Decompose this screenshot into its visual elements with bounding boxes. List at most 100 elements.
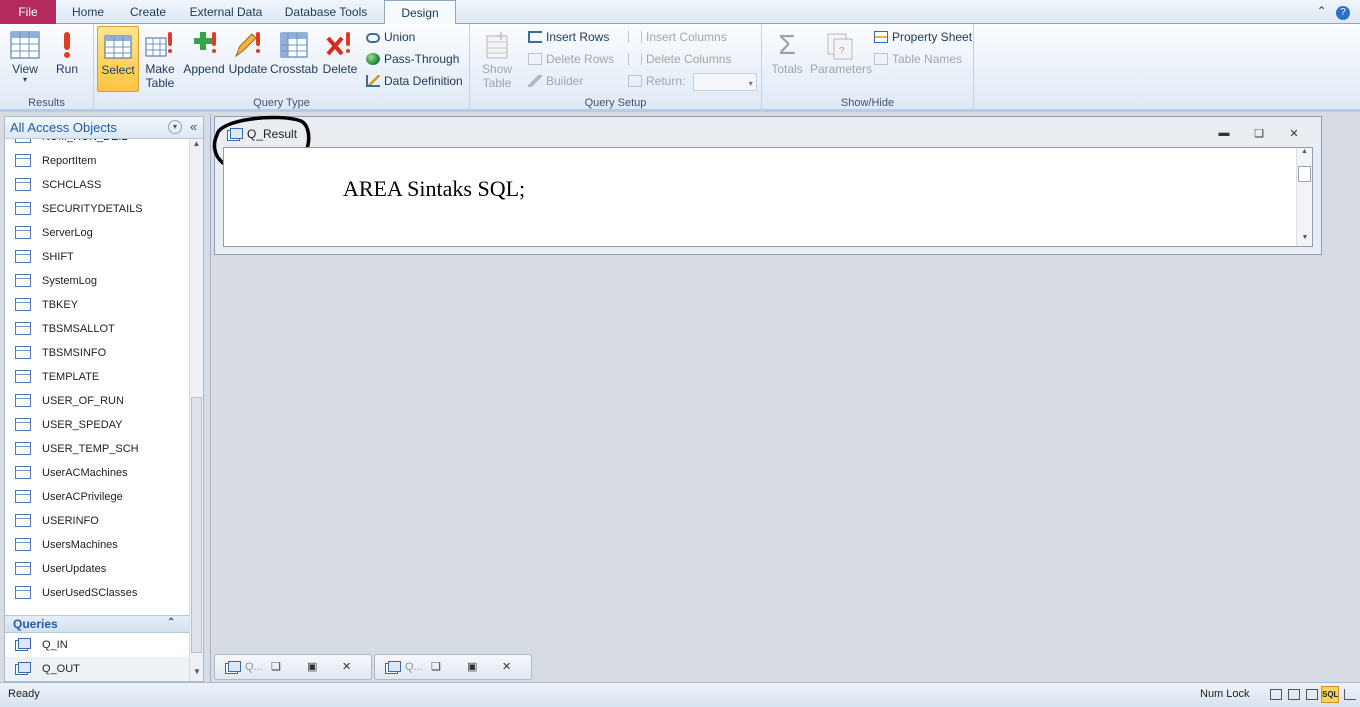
sql-text[interactable]: AREA Sintaks SQL;: [343, 176, 525, 202]
parameters-icon: ?: [827, 33, 853, 60]
minimized-query-window[interactable]: Q... ❏ ▣ ✕: [374, 654, 532, 680]
nav-query-q-in[interactable]: Q_IN: [5, 633, 189, 657]
parameters-button[interactable]: ? Parameters: [810, 26, 872, 90]
chevron-down-icon: ▾: [22, 75, 27, 84]
nav-table-item[interactable]: USER_SPEDAY: [5, 413, 189, 437]
tab-file[interactable]: File: [0, 0, 56, 24]
nav-table-item[interactable]: USERINFO: [5, 509, 189, 533]
insert-columns-label: Insert Columns: [646, 30, 727, 44]
delete-columns-button[interactable]: Delete Columns: [628, 49, 731, 69]
queries-group-header[interactable]: Queries ⌃: [5, 615, 189, 633]
group-query-type: Select Make Table Append Update Crosstab…: [94, 24, 470, 112]
update-button[interactable]: Update: [228, 26, 268, 90]
collapse-ribbon-icon[interactable]: ⌃: [1317, 4, 1327, 18]
scroll-down-icon[interactable]: ▼: [1297, 234, 1313, 246]
nav-table-item[interactable]: ServerLog: [5, 221, 189, 245]
table-label: USERINFO: [42, 515, 99, 527]
delete-button[interactable]: Delete: [320, 26, 360, 90]
table-icon: [15, 442, 31, 455]
scroll-down-icon[interactable]: ▼: [190, 667, 204, 681]
property-sheet-button[interactable]: Property Sheet: [874, 27, 972, 47]
pass-through-button[interactable]: Pass-Through: [366, 49, 459, 69]
nav-table-item[interactable]: TBKEY: [5, 293, 189, 317]
union-button[interactable]: Union: [366, 27, 415, 47]
maximize-window-icon[interactable]: ▣: [307, 660, 317, 673]
table-label: UserUpdates: [42, 563, 107, 575]
nav-table-item[interactable]: SystemLog: [5, 269, 189, 293]
tab-home[interactable]: Home: [62, 0, 114, 24]
append-button[interactable]: Append: [182, 26, 226, 90]
tab-external-data[interactable]: External Data: [184, 0, 268, 24]
collapse-group-icon[interactable]: ⌃: [167, 617, 175, 628]
close-window-icon[interactable]: ✕: [1285, 127, 1303, 141]
nav-table-item[interactable]: SCHCLASS: [5, 173, 189, 197]
scroll-up-icon[interactable]: ▲: [1297, 148, 1312, 160]
nav-table-item[interactable]: USER_TEMP_SCH: [5, 437, 189, 461]
nav-table-item[interactable]: ReportItem: [5, 149, 189, 173]
ribbon-minimize-controls: ⌃ ?: [1317, 4, 1350, 20]
make-table-button[interactable]: Make Table: [142, 26, 178, 90]
tab-database-tools[interactable]: Database Tools: [280, 0, 372, 24]
nav-table-item[interactable]: TBSMSALLOT: [5, 317, 189, 341]
restore-window-icon[interactable]: ❏: [431, 660, 441, 673]
sql-editor[interactable]: AREA Sintaks SQL; ▲ ▼: [223, 147, 1313, 247]
crosstab-button[interactable]: Crosstab: [270, 26, 318, 90]
nav-table-item[interactable]: TEMPLATE: [5, 365, 189, 389]
nav-table-item[interactable]: UserACPrivilege: [5, 485, 189, 509]
nav-table-item[interactable]: USER_OF_RUN: [5, 389, 189, 413]
sql-scrollbar[interactable]: ▲ ▼: [1296, 148, 1312, 246]
maximize-window-icon[interactable]: ▣: [467, 660, 477, 673]
nav-table-item[interactable]: SHIFT: [5, 245, 189, 269]
restore-window-icon[interactable]: ❏: [1250, 127, 1268, 141]
return-select[interactable]: ▾: [692, 72, 757, 91]
datasheet-view-icon[interactable]: [1270, 689, 1282, 700]
scroll-thumb[interactable]: [191, 397, 202, 653]
scroll-thumb[interactable]: [1298, 166, 1311, 182]
tab-create[interactable]: Create: [120, 0, 176, 24]
query-icon: [385, 661, 401, 674]
pivotchart-view-icon[interactable]: [1306, 689, 1318, 700]
nav-query-q-out[interactable]: Q_OUT: [5, 657, 189, 681]
close-window-icon[interactable]: ✕: [342, 660, 351, 673]
insert-rows-button[interactable]: Insert Rows: [528, 27, 609, 47]
nav-table-item[interactable]: UsersMachines: [5, 533, 189, 557]
table-icon: [15, 538, 31, 551]
nav-dropdown-icon[interactable]: ▾: [168, 120, 182, 134]
show-table-label: Table: [482, 76, 512, 90]
table-label: UserACPrivilege: [42, 491, 123, 503]
help-icon[interactable]: ?: [1336, 6, 1350, 20]
totals-button[interactable]: Σ Totals: [768, 26, 806, 90]
table-icon: [15, 139, 31, 143]
pivottable-view-icon[interactable]: [1288, 689, 1300, 700]
collapse-pane-icon[interactable]: «: [190, 119, 197, 134]
navigation-pane-header[interactable]: All Access Objects ▾ «: [5, 117, 203, 139]
data-definition-button[interactable]: Data Definition: [366, 71, 463, 91]
chevron-down-icon: ▾: [748, 78, 753, 88]
view-button[interactable]: View ▾: [4, 26, 46, 90]
select-query-button[interactable]: Select: [97, 26, 139, 92]
restore-window-icon[interactable]: ❏: [271, 660, 281, 673]
insert-columns-button[interactable]: Insert Columns: [628, 27, 727, 47]
nav-table-item[interactable]: NUM_RUN_DEIL: [5, 139, 189, 149]
sql-view-icon[interactable]: SQL: [1321, 686, 1339, 703]
nav-table-item[interactable]: UserUsedSClasses: [5, 581, 189, 605]
table-label: ReportItem: [42, 155, 97, 167]
append-label: Append: [183, 62, 225, 76]
group-label-results: Results: [28, 97, 65, 109]
nav-table-item[interactable]: SECURITYDETAILS: [5, 197, 189, 221]
nav-table-item[interactable]: UserUpdates: [5, 557, 189, 581]
builder-button[interactable]: Builder: [528, 71, 583, 91]
tab-design[interactable]: Design: [384, 0, 456, 25]
run-button[interactable]: Run: [50, 26, 84, 90]
nav-table-item[interactable]: UserACMachines: [5, 461, 189, 485]
minimized-query-window[interactable]: Q... ❏ ▣ ✕: [214, 654, 372, 680]
show-table-button[interactable]: Show Table: [476, 26, 518, 90]
nav-table-item[interactable]: TBSMSINFO: [5, 341, 189, 365]
scroll-up-icon[interactable]: ▲: [190, 139, 203, 153]
table-names-button[interactable]: Table Names: [874, 49, 962, 69]
nav-scrollbar[interactable]: ▲ ▼: [189, 139, 203, 681]
design-view-icon[interactable]: [1344, 689, 1356, 700]
close-window-icon[interactable]: ✕: [502, 660, 511, 673]
delete-rows-button[interactable]: Delete Rows: [528, 49, 614, 69]
minimize-window-icon[interactable]: ▬: [1215, 127, 1233, 141]
